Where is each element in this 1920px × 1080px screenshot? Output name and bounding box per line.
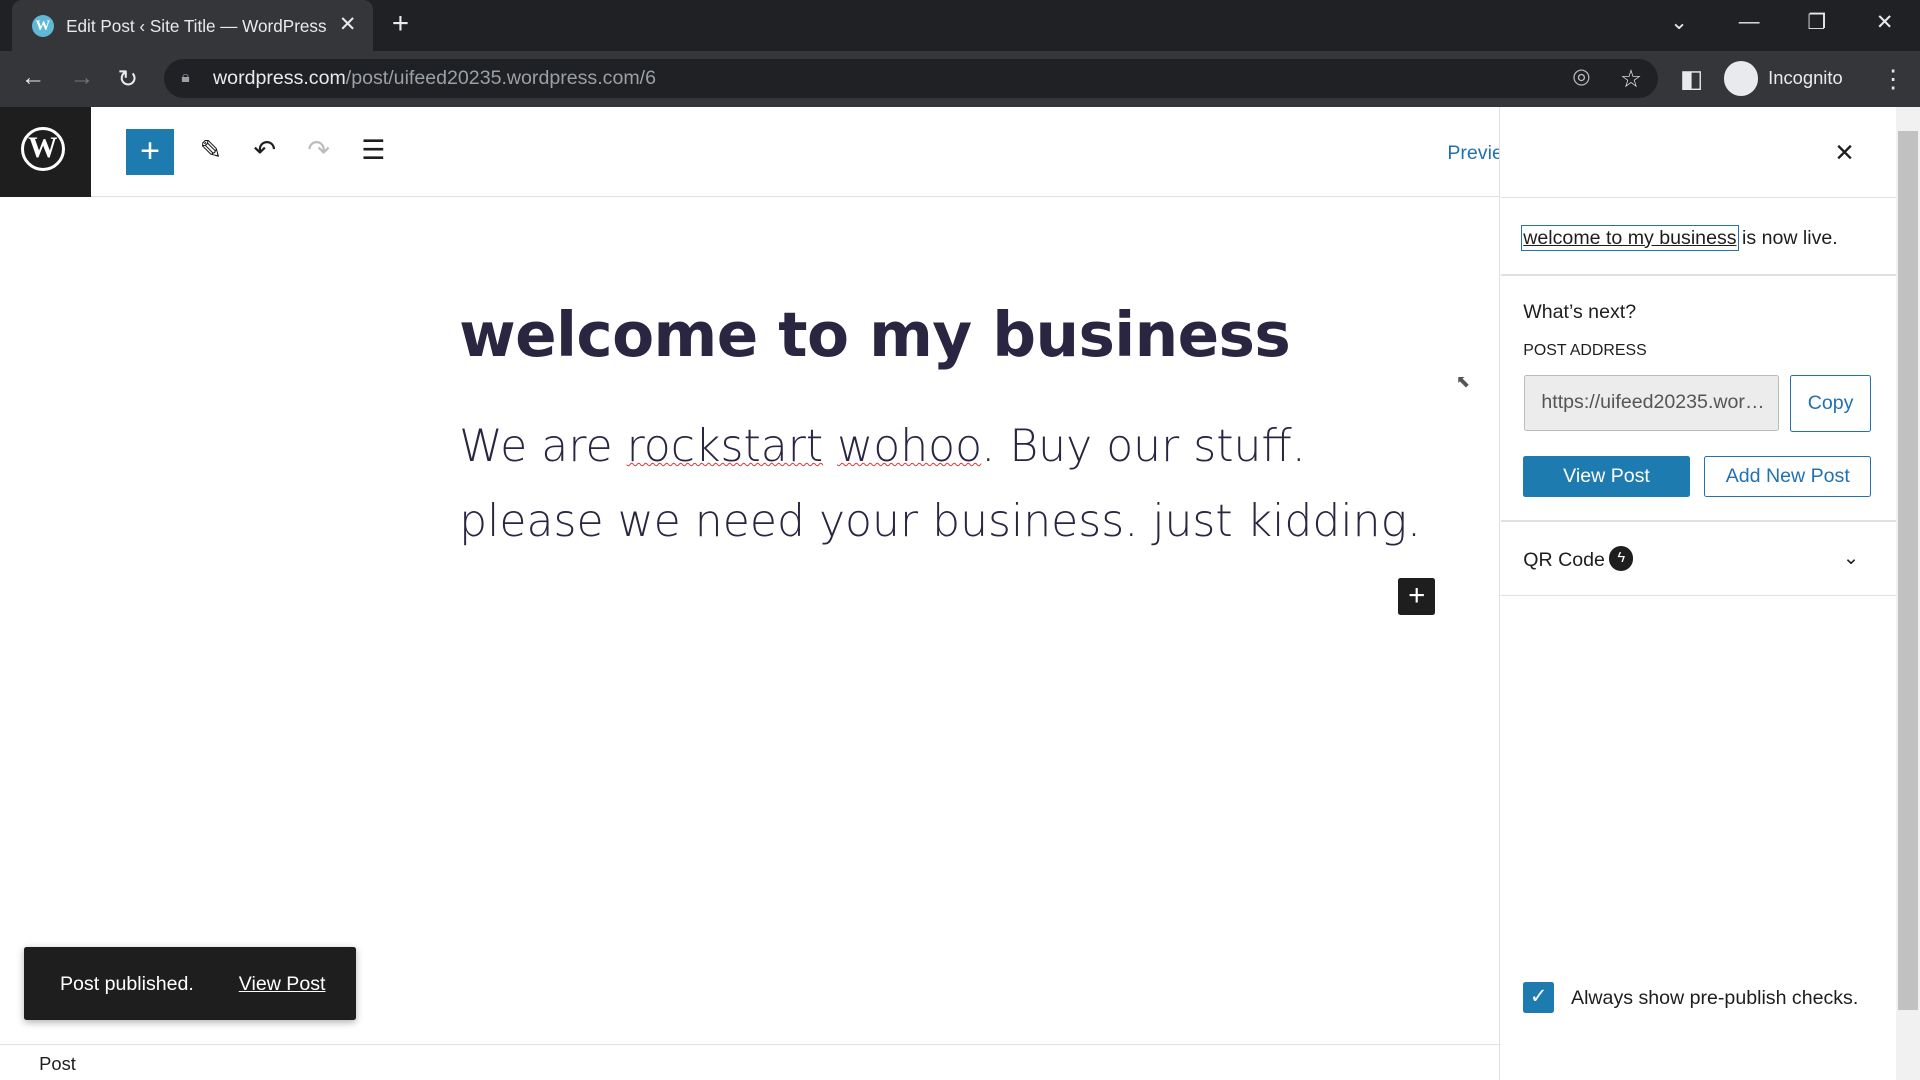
chevron-down-icon[interactable]: ⌄: [1843, 546, 1859, 570]
undo-icon[interactable]: ↶: [253, 135, 276, 166]
tab-title: Edit Post ‹ Site Title — WordPress.com: [66, 15, 328, 36]
url-domain: wordpress.com: [213, 67, 346, 90]
editor-toolbar: [90, 107, 1499, 197]
snackbar-notice: Post published. View Post: [24, 946, 357, 1020]
side-panel-icon[interactable]: ◧: [1680, 64, 1703, 94]
divider: [1501, 595, 1896, 597]
misspelled-word: rockstart: [626, 421, 824, 473]
reload-icon[interactable]: ↻: [118, 64, 139, 94]
always-show-checkbox[interactable]: ✓: [1523, 982, 1554, 1013]
forward-icon[interactable]: →: [70, 64, 94, 92]
profile-label[interactable]: Incognito: [1768, 67, 1843, 89]
restore-button[interactable]: ❐: [1807, 10, 1826, 35]
jetpack-bolt-icon: ϟ: [1608, 546, 1634, 571]
minimize-button[interactable]: —: [1739, 10, 1760, 34]
post-title[interactable]: welcome to my business: [459, 300, 1291, 371]
post-publish-panel: [1498, 106, 1897, 1080]
wordpress-logo-icon: W: [20, 127, 65, 172]
list-view-icon[interactable]: ☰: [361, 135, 385, 166]
snackbar-view-post-link[interactable]: View Post: [239, 973, 326, 996]
tab-search-icon[interactable]: ⌄: [1670, 10, 1687, 35]
tracking-eye-off-icon[interactable]: ◎: [1572, 64, 1590, 89]
text: [823, 421, 837, 472]
add-new-post-button[interactable]: Add New Post: [1704, 455, 1871, 498]
add-block-button[interactable]: +: [126, 128, 174, 176]
scrollbar-thumb[interactable]: [1897, 131, 1918, 1011]
url-path: /post/uifeed20235.wordpress.com/6: [345, 67, 656, 90]
url-text[interactable]: wordpress.com/post/uifeed20235.wordpress…: [213, 67, 656, 90]
editor-footer: [0, 1044, 1499, 1080]
close-window-button[interactable]: ✕: [1876, 10, 1893, 35]
redo-icon[interactable]: ↷: [307, 135, 330, 166]
breadcrumb-post[interactable]: Post: [39, 1053, 76, 1075]
post-paragraph[interactable]: We are rockstart wohoo. Buy our stuff. p…: [459, 410, 1439, 559]
post-address-input[interactable]: https://uifeed20235.wordpress.com/2023/w…: [1524, 374, 1780, 431]
post-live-link[interactable]: welcome to my business: [1521, 224, 1739, 251]
scrollbar[interactable]: [1895, 106, 1920, 1080]
edit-pencil-icon[interactable]: ✎: [200, 135, 223, 166]
whats-next-heading: What’s next?: [1523, 301, 1637, 324]
live-notice: welcome to my business is now live.: [1521, 224, 1838, 251]
post-address-label: POST ADDRESS: [1523, 341, 1647, 359]
live-suffix: is now live.: [1736, 226, 1838, 249]
misspelled-word: wohoo: [837, 421, 982, 473]
mouse-cursor-icon: ⬉: [1455, 371, 1471, 392]
wordpress-favicon-icon: W: [31, 14, 54, 37]
incognito-icon[interactable]: [1724, 61, 1759, 96]
new-tab-button[interactable]: +: [392, 7, 409, 41]
close-panel-button[interactable]: ✕: [1834, 138, 1855, 168]
wordpress-logo[interactable]: W: [0, 106, 91, 198]
copy-button[interactable]: Copy: [1790, 374, 1872, 433]
back-icon[interactable]: ←: [21, 64, 45, 92]
lock-icon[interactable]: 🔒︎: [181, 69, 189, 87]
divider: [1501, 197, 1896, 199]
inline-add-block-button[interactable]: +: [1398, 577, 1436, 615]
always-show-label: Always show pre-publish checks.: [1571, 986, 1859, 1009]
close-tab-icon[interactable]: ✕: [339, 12, 356, 37]
divider: [1501, 520, 1896, 522]
view-post-button[interactable]: View Post: [1523, 455, 1690, 498]
text: We are: [459, 421, 627, 473]
snackbar-message: Post published.: [59, 973, 194, 996]
preview-button[interactable]: Preview: [1447, 142, 1498, 165]
browser-menu-icon[interactable]: ⋮: [1881, 64, 1905, 94]
bookmark-star-icon[interactable]: ☆: [1620, 64, 1642, 94]
qr-code-toggle[interactable]: QR Code: [1523, 549, 1605, 572]
divider: [1501, 274, 1896, 276]
browser-tab[interactable]: W Edit Post ‹ Site Title — WordPress.com…: [12, 0, 374, 52]
